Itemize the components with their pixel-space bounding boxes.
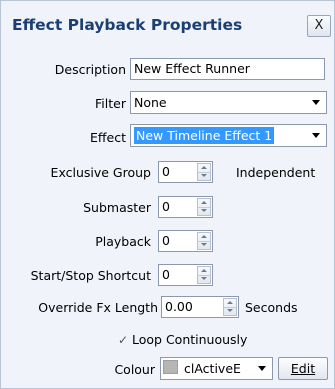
spin-buttons[interactable] (223, 298, 237, 316)
override-fx-length-value: 0.00 (165, 299, 193, 314)
override-fx-length-label: Override Fx Length (38, 300, 158, 315)
effect-selected-value: New Timeline Effect 1 (134, 127, 275, 144)
exclusive-group-suffix: Independent (236, 165, 316, 180)
edit-colour-button[interactable]: Edit (278, 357, 328, 380)
spin-buttons[interactable] (197, 163, 211, 181)
colour-selected-value: clActiveE (184, 361, 241, 376)
chevron-down-icon[interactable] (253, 359, 271, 378)
description-input[interactable]: New Effect Runner (130, 58, 325, 80)
exclusive-group-label: Exclusive Group (50, 165, 151, 180)
effect-playback-properties-dialog: Effect Playback Properties X Description… (0, 0, 335, 389)
submaster-spinner[interactable]: 0 (158, 196, 213, 218)
spin-down-icon[interactable] (198, 241, 210, 249)
override-fx-length-spinner[interactable]: 0.00 (161, 296, 239, 318)
start-stop-shortcut-value: 0 (162, 267, 170, 282)
chevron-down-icon[interactable] (307, 93, 325, 112)
exclusive-group-spinner[interactable]: 0 (158, 161, 213, 183)
spin-down-icon[interactable] (198, 275, 210, 283)
close-button[interactable]: X (307, 15, 331, 37)
spin-buttons[interactable] (197, 266, 211, 284)
start-stop-shortcut-spinner[interactable]: 0 (158, 264, 213, 286)
edit-button-label: Edit (290, 361, 316, 376)
submaster-label: Submaster (83, 200, 151, 215)
playback-spinner[interactable]: 0 (158, 230, 213, 252)
loop-continuously-checkbox[interactable]: ✓ Loop Continuously (118, 332, 247, 347)
filter-select[interactable]: None (130, 91, 327, 114)
spin-buttons[interactable] (197, 198, 211, 216)
colour-swatch (163, 360, 178, 374)
playback-value: 0 (162, 233, 170, 248)
spin-down-icon[interactable] (198, 207, 210, 215)
colour-label: Colour (114, 362, 155, 377)
description-label: Description (54, 62, 126, 77)
exclusive-group-value: 0 (162, 164, 170, 179)
checkmark-icon: ✓ (118, 333, 129, 347)
effect-select[interactable]: New Timeline Effect 1 (130, 124, 327, 147)
chevron-down-icon[interactable] (307, 126, 325, 145)
spin-buttons[interactable] (197, 232, 211, 250)
dialog-title: Effect Playback Properties (12, 16, 243, 34)
override-fx-length-suffix: Seconds (245, 300, 298, 315)
effect-label: Effect (90, 130, 126, 145)
spin-down-icon[interactable] (198, 172, 210, 180)
spin-down-icon[interactable] (224, 307, 236, 315)
filter-label: Filter (95, 96, 126, 111)
loop-continuously-label: Loop Continuously (132, 332, 248, 347)
submaster-value: 0 (162, 199, 170, 214)
start-stop-shortcut-label: Start/Stop Shortcut (30, 268, 151, 283)
filter-selected-value: None (134, 95, 167, 110)
playback-label: Playback (95, 234, 151, 249)
